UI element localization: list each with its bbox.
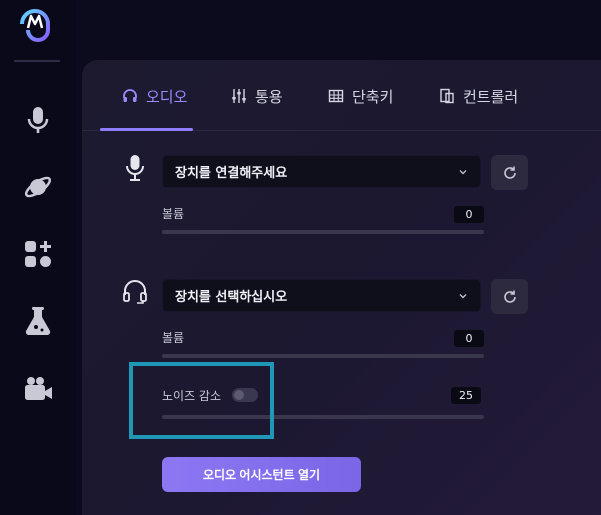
tab-general[interactable]: 통용 — [231, 84, 283, 108]
headset-volume-label: 볼륨 — [162, 331, 185, 345]
microphone-device-icon — [122, 154, 148, 182]
open-audio-assistant-button[interactable]: 오디오 어시스턴트 열기 — [162, 457, 361, 492]
noise-reduction-slider[interactable] — [162, 415, 484, 419]
microphone-icon[interactable] — [22, 104, 54, 136]
tab-controller[interactable]: 컨트롤러 — [439, 84, 518, 108]
headset-volume-value: 0 — [454, 330, 484, 347]
chevron-down-icon — [459, 293, 467, 298]
headset-refresh-button[interactable] — [491, 279, 528, 314]
microphone-device-select[interactable]: 장치를 연결해주세요 — [162, 155, 481, 188]
microphone-device-value: 장치를 연결해주세요 — [175, 166, 288, 181]
sidebar-divider — [14, 60, 60, 62]
active-tab-indicator — [100, 128, 193, 131]
noise-reduction-label: 노이즈 감소 — [162, 389, 222, 403]
tab-audio[interactable]: 오디오 — [122, 84, 187, 108]
microphone-volume-label: 볼륨 — [162, 207, 185, 221]
toggle-knob — [234, 390, 244, 400]
microphone-volume-value: 0 — [454, 206, 484, 223]
headset-device-value: 장치를 선택하십시오 — [175, 290, 288, 305]
tab-shortcuts[interactable]: 단축키 — [328, 84, 393, 108]
tab-shortcuts-label: 단축키 — [352, 87, 394, 106]
microphone-refresh-button[interactable] — [491, 155, 528, 190]
tab-general-label: 통용 — [255, 87, 283, 106]
headset-device-icon — [122, 278, 148, 306]
sidebar — [0, 0, 76, 515]
noise-reduction-value: 25 — [451, 387, 481, 404]
headset-icon — [123, 89, 137, 102]
tab-bar: 오디오 통용 단축키 컨트롤러 — [82, 60, 601, 131]
tab-controller-label: 컨트롤러 — [463, 87, 519, 106]
grid-icon — [328, 89, 344, 103]
app-logo-icon — [18, 6, 52, 42]
apps-add-icon[interactable] — [22, 238, 54, 270]
video-camera-icon[interactable] — [22, 372, 54, 404]
microphone-volume-slider[interactable] — [162, 230, 484, 234]
headset-device-select[interactable]: 장치를 선택하십시오 — [162, 279, 481, 312]
copy-icon — [440, 88, 454, 104]
settings-panel: 오디오 통용 단축키 컨트롤러 장치를 연결해주세요 볼륨 0 장치를 선택하십 — [82, 60, 601, 515]
headset-volume-slider[interactable] — [162, 354, 484, 358]
noise-reduction-toggle[interactable] — [232, 388, 258, 402]
planet-icon[interactable] — [22, 171, 54, 203]
refresh-icon — [503, 166, 516, 179]
sliders-icon — [232, 89, 246, 103]
refresh-icon — [503, 290, 516, 303]
tab-audio-label: 오디오 — [146, 87, 188, 106]
flask-icon[interactable] — [22, 305, 54, 337]
chevron-down-icon — [459, 169, 467, 174]
